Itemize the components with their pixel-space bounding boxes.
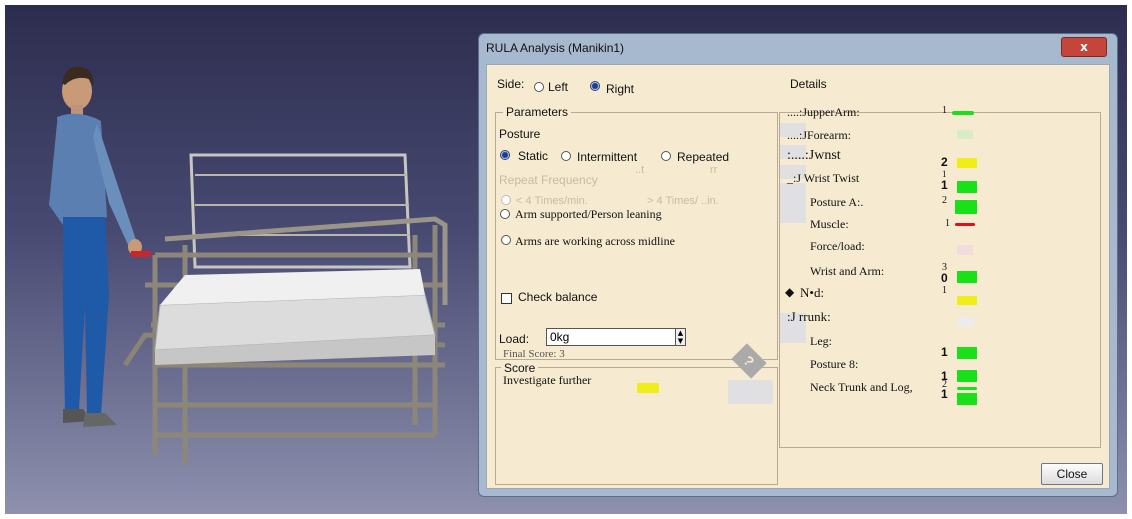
manikin [49, 66, 151, 427]
detail-label-posture-a: Posture A:. [810, 195, 864, 209]
detail-score-neck: 1 [942, 285, 947, 296]
score-indicator [637, 383, 659, 393]
lt4-radio[interactable] [501, 195, 511, 205]
dialog-title: RULA Analysis (Manikin1) [486, 41, 625, 55]
side-left-radio[interactable] [534, 82, 544, 92]
dialog-body: Side: Left Right Details Parameters Post… [486, 64, 1110, 489]
repeated-radio[interactable] [661, 151, 671, 161]
detail-score-muscle: 1 [945, 218, 950, 229]
close-x-button[interactable]: x [1061, 37, 1107, 57]
detail-score-neck-trunk-leg-extra: 1 [941, 387, 948, 401]
detail-label-muscle: Muscle: [810, 217, 849, 231]
repeated-label: Repeated [677, 150, 730, 164]
tray [154, 269, 436, 365]
indicator-force-load [957, 245, 973, 255]
close-button[interactable]: Close [1041, 463, 1103, 485]
indicator-wrist [957, 158, 977, 168]
ned-icon: ◆ [785, 285, 795, 299]
arms-midline-radio[interactable] [501, 235, 511, 245]
static-radio[interactable] [500, 150, 510, 160]
indicator-neck-trunk-leg [957, 393, 977, 405]
parameters-group-label: Parameters [503, 105, 572, 119]
load-spinner[interactable]: ▲ ▼ [675, 328, 686, 346]
detail-label-forearm: ....:JForearm: [787, 128, 851, 142]
side-label: Side: [497, 77, 525, 91]
detail-label-neck-trunk-leg: Neck Trunk and Log, [810, 380, 913, 394]
intermittent-radio[interactable] [561, 151, 571, 161]
indicator-neck [957, 296, 977, 305]
detail-score-wrist-and-arm-extra: 0 [941, 271, 948, 285]
detail-label-leg: Leg: [810, 334, 832, 348]
indicator-upperarm [952, 111, 974, 115]
title-bar[interactable]: RULA Analysis (Manikin1) x [479, 34, 1117, 64]
gray-block [728, 380, 773, 404]
detail-label-wrist-and-arm: Wrist and Arm: [810, 264, 885, 278]
detail-score-upperarm: 1 [942, 105, 947, 116]
detail-label-trunk: :J rrunk: [787, 309, 831, 324]
posture-label: Posture [499, 127, 541, 141]
load-label: Load: [499, 332, 530, 346]
investigate-label: Investigate further [503, 373, 592, 387]
rula-dialog: RULA Analysis (Manikin1) x Side: Left Ri… [478, 33, 1118, 497]
detail-label-wrist-twist: _:J Wrist Twist [787, 171, 860, 185]
detail-label-upperarm: ....:JupperArm: [787, 105, 860, 119]
side-right-label: Right [606, 82, 635, 96]
ghost-text-rr: rr [710, 164, 718, 176]
arms-midline-label: Arms are working across midline [515, 234, 675, 248]
indicator-leg [957, 347, 977, 359]
gray-block [780, 183, 806, 223]
indicator-wrist-twist [957, 181, 977, 193]
indicator-posture-b [957, 370, 977, 382]
detail-score-posture-a: 2 [942, 195, 947, 206]
detail-score-wrist-twist: 1 [941, 178, 948, 192]
detail-label-wrist: :....:Jwnst [787, 148, 841, 163]
side-left-label: Left [548, 80, 569, 94]
repeat-frequency-label: Repeat Frequency [499, 173, 598, 187]
indicator-neck-trunk-leg-line [957, 387, 977, 390]
detail-label-neck: N•d: [800, 285, 825, 300]
intermittent-label: Intermittent [577, 150, 638, 164]
load-input[interactable]: 0kg [546, 328, 679, 346]
check-balance-checkbox[interactable] [501, 293, 512, 304]
detail-score-leg: 1 [941, 345, 948, 359]
arm-supported-label: Arm supported/Person leaning [515, 207, 662, 221]
indicator-forearm [957, 130, 973, 139]
indicator-posture-a [955, 200, 977, 214]
detail-score-wrist: 2 [941, 155, 948, 169]
detail-label-force-load: Force/load: [810, 239, 865, 253]
gt4-label: > 4 Times/ ..in. [647, 195, 719, 207]
lt4-label: < 4 Times/min. [516, 195, 588, 207]
detail-label-posture-b: Posture 8: [810, 357, 859, 371]
arm-supported-radio[interactable] [500, 209, 510, 219]
static-label: Static [518, 149, 549, 163]
ghost-text-t: ..t [635, 164, 645, 176]
side-right-radio[interactable] [590, 81, 600, 91]
indicator-trunk [957, 317, 973, 327]
indicator-wrist-and-arm [957, 271, 977, 283]
indicator-muscle [955, 223, 975, 226]
check-balance-label: Check balance [518, 290, 598, 304]
final-score-label: Final Score: 3 [503, 348, 565, 360]
details-label: Details [790, 77, 827, 91]
